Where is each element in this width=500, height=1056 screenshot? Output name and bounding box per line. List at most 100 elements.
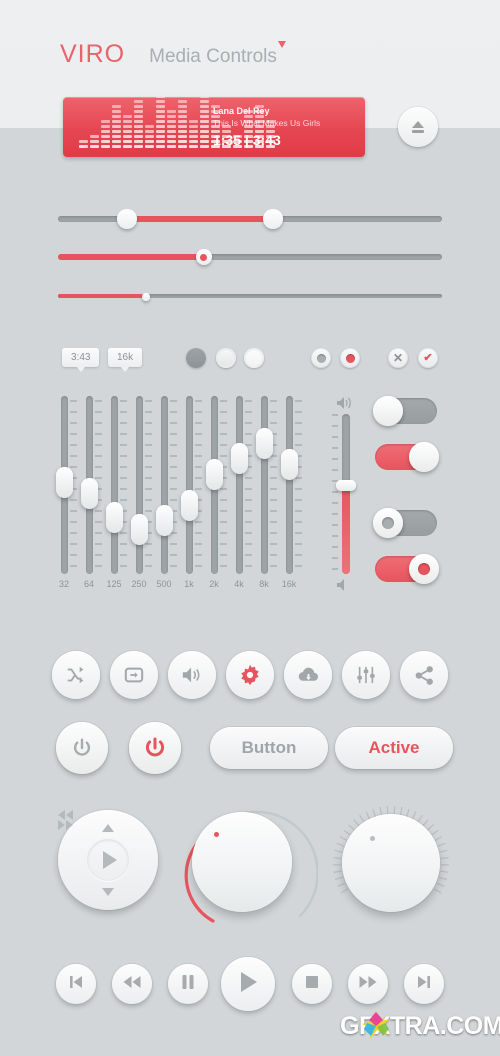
volume-knob[interactable]	[336, 480, 356, 491]
repeat-button[interactable]	[110, 651, 158, 699]
watermark: GFXTRA.COM	[340, 1009, 500, 1043]
eq-band[interactable]: 4k	[227, 396, 252, 589]
eq-band-knob[interactable]	[56, 467, 73, 498]
active-button[interactable]: Active	[335, 727, 453, 769]
confirm-check-button[interactable]: ✔	[418, 348, 438, 368]
thin-slider-track[interactable]	[58, 293, 442, 301]
eq-band-knob[interactable]	[131, 514, 148, 545]
toggle-on-dot[interactable]	[375, 554, 439, 584]
visualizer-column	[156, 97, 165, 148]
value-slider-knob[interactable]	[195, 249, 212, 265]
visualizer-column	[112, 105, 121, 148]
thin-slider-knob[interactable]	[142, 293, 151, 301]
eq-band-knob[interactable]	[181, 490, 198, 521]
rotary-knob-ticks[interactable]	[342, 814, 440, 912]
skip-next-icon	[415, 973, 433, 996]
eq-band-track[interactable]	[261, 396, 268, 574]
eq-band-track[interactable]	[186, 396, 193, 574]
down-arrow-icon[interactable]	[102, 888, 114, 896]
now-playing-bar[interactable]: Lana Del Rey This Is What Makes Us Girls…	[63, 97, 365, 157]
visualizer-column	[101, 120, 110, 148]
value-slider-knob-dot	[200, 253, 208, 261]
toggle-on-plain[interactable]	[375, 442, 439, 472]
rotary-knob-with-arc[interactable]	[192, 812, 292, 912]
eq-band-knob[interactable]	[281, 449, 298, 480]
share-button[interactable]	[400, 651, 448, 699]
brand-subtitle: Media Controls	[149, 46, 277, 67]
equalizer-button[interactable]	[342, 651, 390, 699]
toggle-thumb-dot	[382, 517, 394, 529]
eq-band-label: 1k	[184, 579, 194, 589]
toggle-thumb	[409, 554, 439, 584]
toggle-off-dot[interactable]	[373, 508, 437, 538]
eq-band[interactable]: 64	[77, 396, 102, 589]
eq-band-knob[interactable]	[156, 505, 173, 536]
eq-band[interactable]: 125	[102, 396, 127, 589]
visualizer-column	[178, 100, 187, 148]
eq-band[interactable]: 500	[152, 396, 177, 589]
eq-band-knob[interactable]	[231, 443, 248, 474]
eq-band-track[interactable]	[236, 396, 243, 574]
up-arrow-icon[interactable]	[102, 824, 114, 832]
power-button-row: Button Active	[0, 722, 500, 784]
range-slider-knob-low[interactable]	[117, 209, 138, 229]
rewind-icon[interactable]	[58, 810, 158, 820]
value-slider-track[interactable]	[58, 249, 442, 265]
eq-band-track[interactable]	[286, 396, 293, 574]
rewind-button[interactable]	[112, 964, 152, 1004]
gear-icon	[239, 664, 261, 686]
eq-band-ticks	[295, 400, 304, 572]
eq-band[interactable]: 32	[52, 396, 77, 589]
value-slider-row	[0, 238, 500, 276]
vertical-volume-slider[interactable]	[332, 396, 360, 596]
volume-ticks	[332, 414, 339, 574]
eq-band-track[interactable]	[111, 396, 118, 574]
power-button-active[interactable]	[129, 722, 181, 774]
eq-band-knob[interactable]	[256, 428, 273, 459]
directional-pad[interactable]	[58, 810, 158, 910]
shuffle-button[interactable]	[52, 651, 100, 699]
eq-band-knob[interactable]	[206, 459, 223, 490]
cancel-x-button[interactable]: ✕	[388, 348, 408, 368]
brand-name: VIRO	[60, 40, 126, 68]
previous-track-button[interactable]	[56, 964, 96, 1004]
toggle-off-plain[interactable]	[373, 396, 437, 426]
eq-band[interactable]: 16k	[277, 396, 304, 589]
volume-button[interactable]	[168, 651, 216, 699]
generic-button[interactable]: Button	[210, 727, 328, 769]
pause-button[interactable]	[168, 964, 208, 1004]
eq-band-knob[interactable]	[106, 502, 123, 533]
dpad-center-play-button[interactable]	[87, 839, 129, 881]
volume-high-icon	[336, 396, 354, 415]
power-button-inactive[interactable]	[56, 722, 108, 774]
next-track-button[interactable]	[404, 964, 444, 1004]
light-circle-button[interactable]	[244, 348, 264, 368]
settings-button[interactable]	[226, 651, 274, 699]
slider-group	[0, 200, 500, 314]
range-slider-fill	[127, 216, 274, 222]
ring-circle-button[interactable]	[216, 348, 236, 368]
eq-band-label: 4k	[234, 579, 244, 589]
radio-inactive[interactable]	[311, 348, 331, 368]
cloud-download-button[interactable]	[284, 651, 332, 699]
eject-button[interactable]	[398, 107, 438, 147]
play-button[interactable]	[221, 957, 275, 1011]
eq-band-track[interactable]	[161, 396, 168, 574]
volume-track[interactable]	[342, 414, 350, 574]
brand-logo: VIRO Media Controls	[60, 40, 286, 69]
eq-band[interactable]: 250	[127, 396, 152, 589]
solid-circle-button[interactable]	[186, 348, 206, 368]
fast-forward-button[interactable]	[348, 964, 388, 1004]
eq-band[interactable]: 8k	[252, 396, 277, 589]
eq-band-knob[interactable]	[81, 478, 98, 509]
eq-band[interactable]: 2k	[202, 396, 227, 589]
eq-band-label: 32	[58, 579, 69, 589]
watermark-star-icon	[362, 1011, 390, 1039]
range-slider-track[interactable]	[58, 209, 442, 229]
range-slider-knob-high[interactable]	[263, 209, 284, 229]
radio-active[interactable]	[340, 348, 360, 368]
stop-button[interactable]	[292, 964, 332, 1004]
eq-band-track[interactable]	[136, 396, 143, 574]
eq-band[interactable]: 1k	[177, 396, 202, 589]
eq-band-label: 16k	[281, 579, 297, 589]
